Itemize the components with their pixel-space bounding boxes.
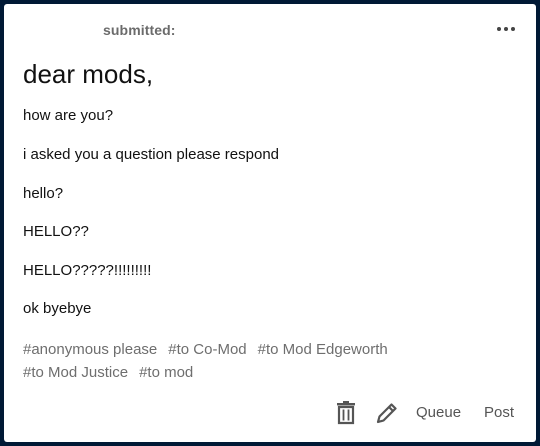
tag-list: #anonymous please #to Co-Mod #to Mod Edgew… xyxy=(23,338,517,384)
post-line: HELLO?????!!!!!!!!! xyxy=(23,262,152,279)
submitted-label: submitted: xyxy=(103,22,176,38)
tag-link[interactable]: #to Mod Edgeworth xyxy=(258,338,388,361)
post-header: submitted: xyxy=(4,4,536,56)
more-horizontal-icon-dot xyxy=(504,27,508,31)
tag-link[interactable]: #to Co-Mod xyxy=(168,338,246,361)
post-line: ok byebye xyxy=(23,300,92,317)
queue-button[interactable]: Queue xyxy=(416,404,461,421)
edit-button[interactable] xyxy=(374,400,400,426)
post-line: hello? xyxy=(23,185,64,202)
post-line: how are you? xyxy=(23,107,114,124)
post-footer: Queue Post xyxy=(4,386,536,442)
more-horizontal-icon-dot xyxy=(511,27,515,31)
post-line: HELLO?? xyxy=(23,223,89,240)
post-button[interactable]: Post xyxy=(484,404,514,421)
tag-link[interactable]: #anonymous please xyxy=(23,338,157,361)
more-options-button[interactable] xyxy=(494,19,518,39)
tag-link[interactable]: #to mod xyxy=(139,361,193,384)
delete-button[interactable] xyxy=(333,400,359,426)
post-line: i asked you a question please respond xyxy=(23,146,280,163)
post-title: dear mods, xyxy=(23,59,154,89)
post-card: submitted: dear mods, how are you? i ask… xyxy=(4,4,536,442)
trash-icon xyxy=(337,401,355,425)
more-horizontal-icon xyxy=(497,27,501,31)
tag-link[interactable]: #to Mod Justice xyxy=(23,361,128,384)
pencil-icon xyxy=(376,403,397,424)
